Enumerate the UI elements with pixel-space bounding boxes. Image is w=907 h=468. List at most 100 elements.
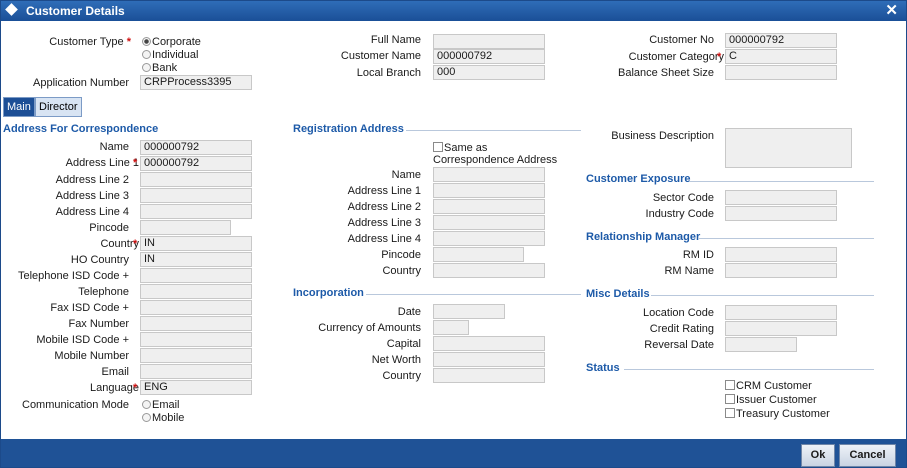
corr-addr3-label: Address Line 3 — [55, 190, 129, 202]
exposure-section-title: Customer Exposure — [586, 173, 691, 185]
radio-comm-mobile-label: Mobile — [152, 412, 185, 424]
radio-bank[interactable]: Bank — [142, 62, 177, 74]
radio-corporate-label: Corporate — [152, 36, 201, 48]
treasury-customer-checkbox[interactable]: Treasury Customer — [725, 408, 830, 420]
reg-name-field[interactable] — [433, 167, 545, 182]
corr-addr2-label: Address Line 2 — [55, 174, 129, 186]
net-worth-field[interactable] — [433, 352, 545, 367]
language-label: Language — [90, 382, 139, 394]
corr-addr4-field[interactable] — [140, 204, 252, 219]
corr-addr1-field[interactable]: 000000792 — [140, 156, 252, 171]
industry-code-label: Industry Code — [645, 208, 714, 220]
application-number-field[interactable]: CRPProcess3395 — [140, 75, 252, 90]
reg-addr2-field[interactable] — [433, 199, 545, 214]
tab-director[interactable]: Director — [35, 97, 82, 117]
radio-individual[interactable]: Individual — [142, 49, 198, 61]
section-divider — [651, 295, 874, 296]
section-divider — [689, 181, 874, 182]
ok-button[interactable]: Ok — [801, 444, 835, 467]
section-divider — [699, 238, 874, 239]
ho-country-label: HO Country — [70, 254, 129, 266]
rm-name-label: RM Name — [664, 265, 714, 277]
radio-icon — [142, 50, 151, 59]
reg-name-label: Name — [391, 169, 421, 181]
customer-category-field[interactable]: C — [725, 49, 837, 64]
corr-country-field[interactable]: IN — [140, 236, 252, 251]
radio-comm-email[interactable]: Email — [142, 399, 180, 411]
capital-label: Capital — [386, 338, 421, 350]
tab-main[interactable]: Main — [3, 97, 35, 117]
corr-addr1-label: Address Line 1 — [65, 157, 139, 169]
close-icon[interactable]: ✕ — [885, 1, 898, 19]
reg-addr4-field[interactable] — [433, 231, 545, 246]
incorporation-section-title: Incorporation — [293, 287, 364, 299]
mobile-isd-field[interactable] — [140, 332, 252, 347]
tel-isd-label: Telephone ISD Code + — [18, 270, 129, 282]
telephone-field[interactable] — [140, 284, 252, 299]
reversal-date-field[interactable] — [725, 337, 797, 352]
business-description-field[interactable] — [725, 128, 852, 168]
customer-name-field[interactable]: 000000792 — [433, 49, 545, 64]
business-description-label: Business Description — [611, 130, 714, 142]
telephone-label: Telephone — [78, 286, 129, 298]
sector-code-field[interactable] — [725, 190, 837, 205]
reversal-date-label: Reversal Date — [644, 339, 714, 351]
reg-addr3-label: Address Line 3 — [347, 217, 421, 229]
email-field[interactable] — [140, 364, 252, 379]
checkbox-icon — [725, 394, 735, 404]
reg-pincode-label: Pincode — [381, 249, 421, 261]
mobile-number-field[interactable] — [140, 348, 252, 363]
section-divider — [406, 130, 581, 131]
same-as-label-2: Correspondence Address — [433, 154, 558, 166]
same-as-checkbox[interactable]: Same as — [433, 142, 487, 154]
balance-sheet-size-field[interactable] — [725, 65, 837, 80]
fax-number-field[interactable] — [140, 316, 252, 331]
fax-isd-field[interactable] — [140, 300, 252, 315]
rm-id-field[interactable] — [725, 247, 837, 262]
same-as-label: Same as — [444, 142, 488, 154]
customer-no-field[interactable]: 000000792 — [725, 33, 837, 48]
local-branch-field[interactable]: 000 — [433, 65, 545, 80]
required-marker: * — [717, 51, 722, 63]
required-marker: * — [133, 238, 138, 250]
radio-corporate[interactable]: Corporate — [142, 36, 201, 48]
reg-country-field[interactable] — [433, 263, 545, 278]
email-label: Email — [101, 366, 129, 378]
location-code-label: Location Code — [643, 307, 714, 319]
cancel-button[interactable]: Cancel — [839, 444, 896, 467]
full-name-field[interactable] — [433, 34, 545, 49]
treasury-customer-label: Treasury Customer — [736, 408, 830, 420]
correspondence-section-title: Address For Correspondence — [3, 123, 159, 135]
tel-isd-field[interactable] — [140, 268, 252, 283]
location-code-field[interactable] — [725, 305, 837, 320]
status-section-title: Status — [586, 362, 620, 374]
customer-category-label: Customer Category — [628, 51, 724, 63]
currency-field[interactable] — [433, 320, 469, 335]
corr-name-field[interactable]: 000000792 — [140, 140, 252, 155]
crm-customer-checkbox[interactable]: CRM Customer — [725, 380, 812, 392]
reg-pincode-field[interactable] — [433, 247, 524, 262]
capital-field[interactable] — [433, 336, 545, 351]
ho-country-field[interactable]: IN — [140, 252, 252, 267]
radio-comm-mobile[interactable]: Mobile — [142, 412, 184, 424]
issuer-customer-checkbox[interactable]: Issuer Customer — [725, 394, 817, 406]
credit-rating-field[interactable] — [725, 321, 837, 336]
inc-date-field[interactable] — [433, 304, 505, 319]
corr-addr2-field[interactable] — [140, 172, 252, 187]
checkbox-icon — [433, 142, 443, 152]
industry-code-field[interactable] — [725, 206, 837, 221]
corr-addr3-field[interactable] — [140, 188, 252, 203]
radio-icon — [142, 63, 151, 72]
inc-country-field[interactable] — [433, 368, 545, 383]
window-title: Customer Details — [26, 4, 125, 18]
rm-name-field[interactable] — [725, 263, 837, 278]
customer-type-label: Customer Type * — [49, 36, 131, 48]
checkbox-icon — [725, 380, 735, 390]
language-field[interactable]: ENG — [140, 380, 252, 395]
issuer-customer-label: Issuer Customer — [736, 394, 817, 406]
reg-addr1-field[interactable] — [433, 183, 545, 198]
corr-pincode-field[interactable] — [140, 220, 231, 235]
sector-code-label: Sector Code — [652, 192, 714, 204]
fax-isd-label: Fax ISD Code + — [50, 302, 129, 314]
reg-addr3-field[interactable] — [433, 215, 545, 230]
